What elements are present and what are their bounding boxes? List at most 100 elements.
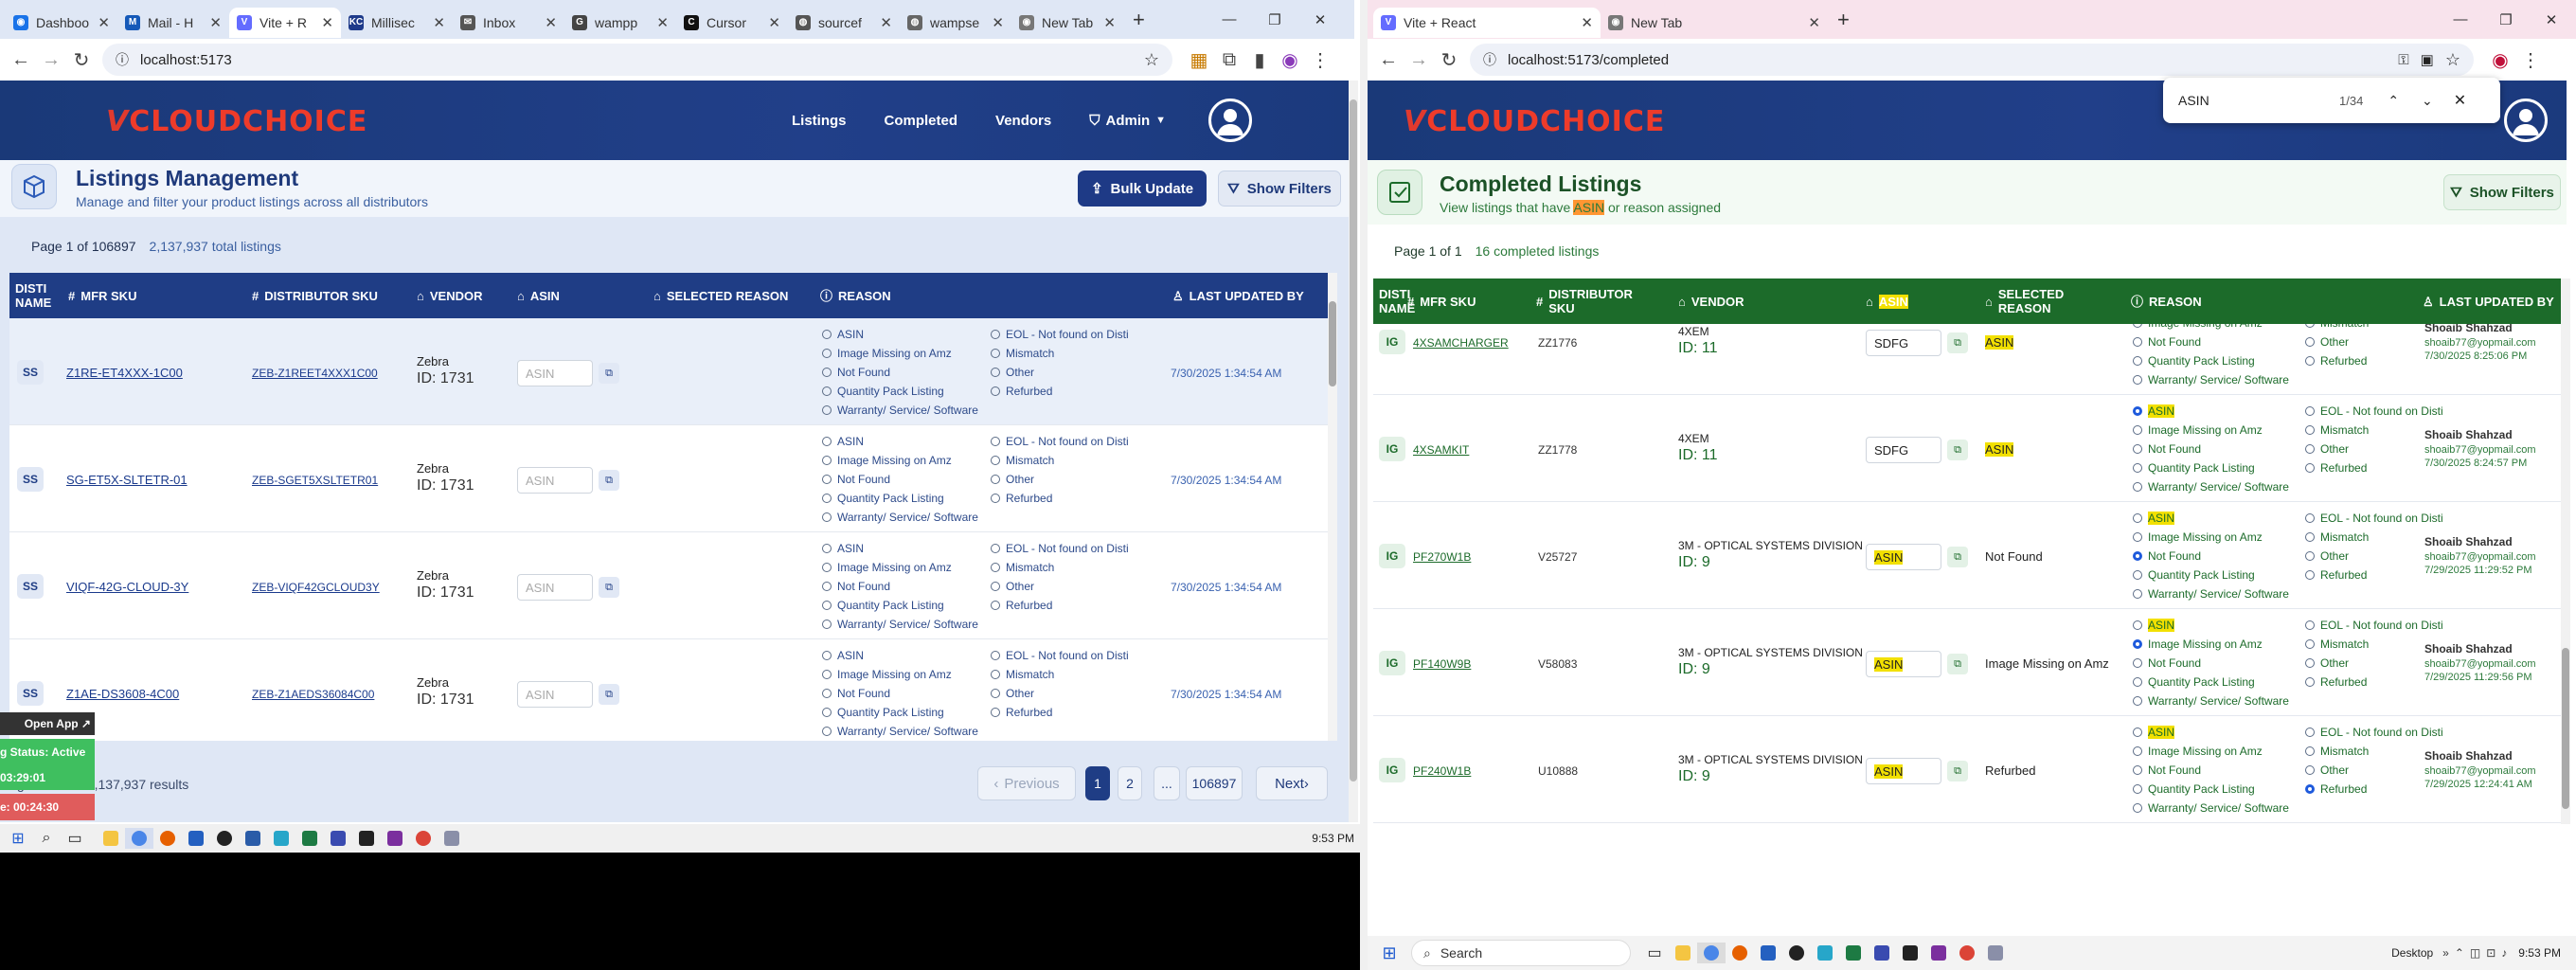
reason-radio[interactable]: Not Found xyxy=(2133,335,2201,349)
column-header[interactable]: ⌂ ASIN xyxy=(517,289,631,303)
column-header[interactable]: ♙ LAST UPDATED BY xyxy=(1172,289,1315,303)
reason-radio[interactable]: Quantity Pack Listing xyxy=(2133,568,2255,582)
app-icon[interactable] xyxy=(182,828,210,849)
reason-radio[interactable]: Mismatch xyxy=(2305,324,2369,330)
close-tab-icon[interactable]: ✕ xyxy=(433,14,445,31)
table-row[interactable]: IG PF240W1B U10888 3M - OPTICAL SYSTEMS … xyxy=(1373,716,2561,823)
table-row[interactable]: SS VIQF-42G-CLOUD-3Y ZEB-VIQF42GCLOUD3Y … xyxy=(9,532,1328,639)
distributor-sku-link[interactable]: ZEB-Z1AEDS36084C00 xyxy=(252,687,374,702)
reason-radio[interactable]: Other xyxy=(991,687,1034,700)
mfr-sku-link[interactable]: Z1AE-DS3608-4C00 xyxy=(66,687,179,702)
mfr-sku-link[interactable]: PF270W1B xyxy=(1413,549,1471,565)
table-row[interactable]: SS SG-ET5X-SLTETR-01 ZEB-SGET5XSLTETR01 … xyxy=(9,425,1328,532)
nav-listings-link[interactable]: Listings xyxy=(792,113,847,129)
reason-radio[interactable]: EOL - Not found on Disti xyxy=(2305,619,2443,632)
app-icon[interactable] xyxy=(1811,943,1839,963)
reason-radio[interactable]: Quantity Pack Listing xyxy=(822,599,944,612)
page-number-button[interactable]: 2 xyxy=(1118,766,1142,800)
user-avatar[interactable] xyxy=(1208,99,1252,142)
asin-input[interactable]: ASIN xyxy=(517,360,593,386)
reason-radio[interactable]: Refurbed xyxy=(991,492,1052,505)
maximize-icon[interactable]: ❐ xyxy=(2483,11,2529,28)
tray-icons[interactable]: »⌃◫⊡♪ xyxy=(2442,946,2513,960)
minimize-icon[interactable]: — xyxy=(2438,11,2483,27)
browser-tab[interactable]: ✉ Inbox ✕ xyxy=(453,8,564,38)
reason-radio[interactable]: Other xyxy=(2305,656,2349,670)
asin-input[interactable]: ASIN xyxy=(1866,758,1941,784)
reason-radio[interactable]: Image Missing on Amz xyxy=(822,561,952,574)
copy-asin-icon[interactable]: ⧉ xyxy=(1947,440,1968,460)
reason-radio[interactable]: Quantity Pack Listing xyxy=(822,706,944,719)
excel-icon[interactable] xyxy=(295,828,324,849)
reason-radio[interactable]: EOL - Not found on Disti xyxy=(991,649,1129,662)
firefox-icon[interactable] xyxy=(1726,943,1754,963)
table-row[interactable]: IG PF270W1B V25727 3M - OPTICAL SYSTEMS … xyxy=(1373,502,2561,609)
app-icon[interactable] xyxy=(438,828,466,849)
reason-radio[interactable]: ASIN xyxy=(2133,726,2175,739)
reason-radio[interactable]: Warranty/ Service/ Software xyxy=(2133,480,2289,494)
column-header[interactable]: ⌂ VENDOR xyxy=(417,289,502,303)
asin-input[interactable]: SDFG xyxy=(1866,330,1941,356)
address-bar[interactable]: ⓘ localhost:5173/completed ⚿ ▣ ☆ xyxy=(1470,44,2474,76)
mfr-sku-link[interactable]: Z1RE-ET4XXX-1C00 xyxy=(66,366,183,381)
reason-radio[interactable]: Image Missing on Amz xyxy=(2133,638,2263,651)
bulk-update-button[interactable]: ⇪ Bulk Update xyxy=(1078,171,1207,207)
reason-radio[interactable]: Warranty/ Service/ Software xyxy=(2133,694,2289,708)
cloudchoice-logo[interactable]: VCLOUDCHOICE xyxy=(106,105,367,138)
copy-asin-icon[interactable]: ⧉ xyxy=(599,684,619,705)
next-page-button[interactable]: Next › xyxy=(1256,766,1328,800)
reason-radio[interactable]: EOL - Not found on Disti xyxy=(991,435,1129,448)
browser-tab[interactable]: ◉ Dashboo ✕ xyxy=(6,8,117,38)
column-header[interactable]: ⓘ REASON xyxy=(2131,295,2320,309)
reason-radio[interactable]: Refurbed xyxy=(2305,354,2367,368)
column-header[interactable]: ⌂ SELECTED REASON xyxy=(653,289,796,303)
extensions-icon[interactable]: ⧉ xyxy=(1216,46,1243,73)
reason-radio[interactable]: Image Missing on Amz xyxy=(822,668,952,681)
asin-input[interactable]: ASIN xyxy=(517,574,593,601)
desktop-label[interactable]: Desktop xyxy=(2391,946,2433,960)
reason-radio[interactable]: Not Found xyxy=(2133,656,2201,670)
column-header[interactable]: DISTI NAME xyxy=(15,281,53,310)
table-row[interactable]: IG 4XSAMCHARGER ZZ1776 4XEM ID: 11 SDFG … xyxy=(1373,324,2561,395)
reason-radio[interactable]: EOL - Not found on Disti xyxy=(2305,726,2443,739)
copy-asin-icon[interactable]: ⧉ xyxy=(1947,654,1968,674)
app-icon[interactable] xyxy=(210,828,239,849)
distributor-sku-link[interactable]: ZEB-Z1REET4XXX1C00 xyxy=(252,366,378,381)
browser-tab[interactable]: ◉ New Tab ✕ xyxy=(1011,8,1123,38)
close-tab-icon[interactable]: ✕ xyxy=(545,14,557,31)
reason-radio[interactable]: Not Found xyxy=(822,580,890,593)
column-header[interactable]: ♙ LAST UPDATED BY xyxy=(2423,295,2555,309)
user-avatar[interactable] xyxy=(2504,99,2548,142)
previous-page-button[interactable]: ‹ Previous xyxy=(977,766,1076,800)
reason-radio[interactable]: ASIN xyxy=(2133,512,2175,525)
reason-radio[interactable]: Image Missing on Amz xyxy=(2133,530,2263,544)
reason-radio[interactable]: Not Found xyxy=(822,687,890,700)
browser-tab[interactable]: ◉ New Tab ✕ xyxy=(1601,8,1828,38)
reason-radio[interactable]: Other xyxy=(2305,335,2349,349)
reason-radio[interactable]: Not Found xyxy=(822,473,890,486)
close-tab-icon[interactable]: ✕ xyxy=(656,14,669,31)
reason-radio[interactable]: Image Missing on Amz xyxy=(822,454,952,467)
browser-tab[interactable]: G wampp ✕ xyxy=(564,8,676,38)
distributor-sku-link[interactable]: ZEB-VIQF42GCLOUD3Y xyxy=(252,580,380,595)
excel-icon[interactable] xyxy=(1839,943,1868,963)
distributor-sku-link[interactable]: ZEB-SGET5XSLTETR01 xyxy=(252,473,378,488)
reload-icon[interactable]: ↻ xyxy=(1436,46,1462,73)
reason-radio[interactable]: Mismatch xyxy=(991,347,1054,360)
close-tab-icon[interactable]: ✕ xyxy=(1808,14,1820,31)
app-icon[interactable] xyxy=(1896,943,1924,963)
mfr-sku-link[interactable]: VIQF-42G-CLOUD-3Y xyxy=(66,580,188,595)
reason-radio[interactable]: Refurbed xyxy=(991,385,1052,398)
reason-radio[interactable]: Quantity Pack Listing xyxy=(2133,354,2255,368)
reason-radio[interactable]: Other xyxy=(991,366,1034,379)
column-header[interactable]: ⌂ VENDOR xyxy=(1678,295,1830,309)
reason-radio[interactable]: Quantity Pack Listing xyxy=(2133,675,2255,689)
new-tab-icon[interactable]: + xyxy=(1837,8,1850,32)
app-icon[interactable] xyxy=(1782,943,1811,963)
firefox-icon[interactable] xyxy=(153,828,182,849)
close-window-icon[interactable]: ✕ xyxy=(1297,11,1343,28)
reason-radio[interactable]: Not Found xyxy=(822,366,890,379)
forward-icon[interactable]: → xyxy=(38,46,64,73)
reason-radio[interactable]: Mismatch xyxy=(2305,745,2369,758)
browser-tab[interactable]: V Vite + R ✕ xyxy=(229,7,341,38)
